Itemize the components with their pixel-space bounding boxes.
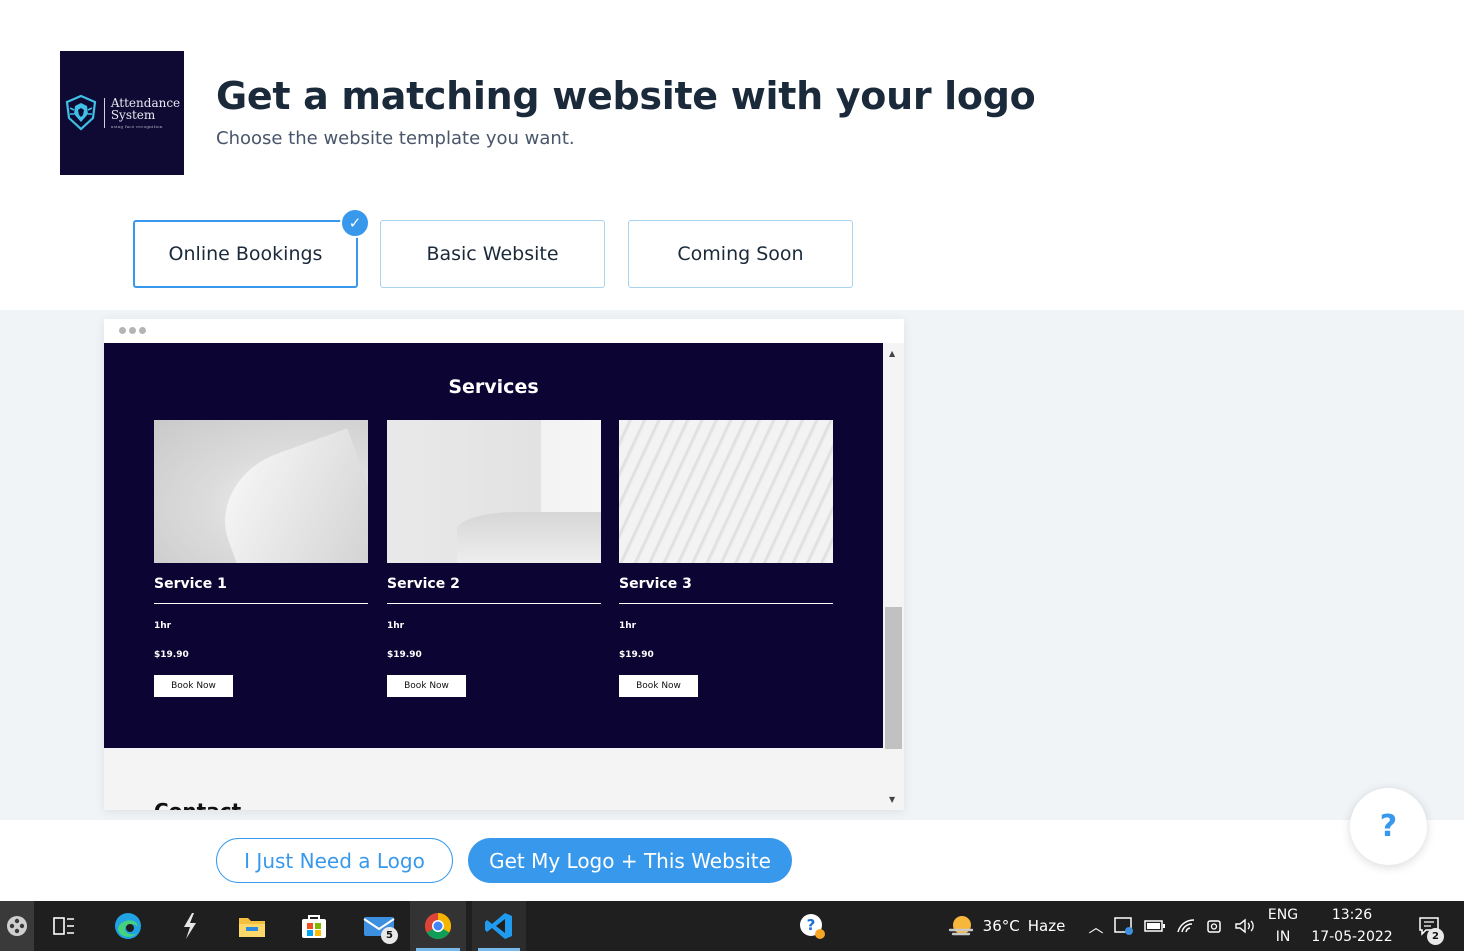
taskbar-mail[interactable]: 5	[354, 901, 404, 951]
weather-condition: Haze	[1027, 917, 1066, 935]
get-logo-and-website-button[interactable]: Get My Logo + This Website	[468, 838, 792, 883]
scroll-down-arrow-icon[interactable]: ▼	[889, 795, 895, 804]
taskbar-vscode[interactable]	[472, 901, 526, 951]
lion-shield-icon	[65, 94, 97, 131]
scroll-thumb[interactable]	[885, 607, 902, 749]
service-price: $19.90	[387, 650, 422, 660]
task-view-button[interactable]	[44, 901, 84, 951]
service-card: Service 1 1hr $19.90 Book Now	[154, 420, 368, 697]
divider	[387, 603, 601, 604]
tab-online-bookings[interactable]: Online Bookings ✓	[133, 208, 370, 288]
weather-widget[interactable]: 36°C Haze	[938, 901, 1074, 951]
clock-date: 17-05-2022	[1311, 929, 1393, 945]
logo-line-2: System	[110, 108, 156, 123]
language-line-2: IN	[1275, 929, 1291, 945]
task-view-icon	[53, 917, 74, 935]
language-indicator[interactable]: ENG IN	[1262, 901, 1304, 951]
volume-icon[interactable]	[1234, 918, 1256, 934]
service-image	[387, 420, 601, 563]
tab-coming-soon[interactable]: Coming Soon	[628, 220, 853, 288]
page-subtitle: Choose the website template you want.	[216, 128, 575, 149]
service-image	[619, 420, 833, 563]
windows-taskbar: 5 ? 36°C Haze ︿ ENG IN 13:26 17-05-2022 …	[0, 901, 1464, 951]
service-name: Service 2	[387, 576, 460, 592]
contact-heading: Contact	[154, 799, 241, 810]
mail-badge: 5	[381, 927, 398, 944]
taskbar-file-explorer[interactable]	[230, 901, 274, 951]
file-explorer-icon	[239, 918, 265, 937]
tab-basic-website[interactable]: Basic Website	[380, 220, 605, 288]
help-tray-button[interactable]: ?	[792, 901, 832, 951]
battery-icon[interactable]	[1143, 920, 1166, 932]
notification-badge: 2	[1427, 928, 1444, 945]
vscode-icon	[485, 913, 512, 939]
book-now-button[interactable]: Book Now	[154, 675, 233, 697]
logo-separator	[103, 98, 105, 128]
book-now-button[interactable]: Book Now	[619, 675, 698, 697]
start-icon	[7, 916, 27, 936]
page-title: Get a matching website with your logo	[216, 74, 1036, 118]
visual-studio-icon	[184, 913, 196, 939]
chevron-up-icon[interactable]: ︿	[1088, 916, 1103, 937]
preview-scrollbar[interactable]: ▲ ▼	[883, 343, 904, 810]
service-duration: 1hr	[619, 621, 637, 631]
meet-now-icon[interactable]	[1113, 917, 1134, 935]
notifications-button[interactable]: 2	[1404, 901, 1454, 951]
service-name: Service 1	[154, 576, 227, 592]
app-window: Attendance System using face recognition…	[0, 0, 1464, 951]
tab-label: Coming Soon	[677, 243, 804, 265]
wifi-icon[interactable]	[1176, 918, 1196, 934]
help-button[interactable]: ?	[1350, 788, 1427, 865]
checkmark-icon: ✓	[340, 208, 370, 238]
book-now-button[interactable]: Book Now	[387, 675, 466, 697]
window-dots-icon	[119, 327, 146, 334]
help-tips-icon: ?	[800, 914, 825, 939]
divider	[619, 603, 833, 604]
service-card: Service 2 1hr $19.90 Book Now	[387, 420, 601, 697]
weather-temp: 36°C	[982, 917, 1020, 935]
language-line-1: ENG	[1267, 907, 1299, 923]
taskbar-edge[interactable]	[106, 901, 150, 951]
service-image	[154, 420, 368, 563]
service-card: Service 3 1hr $19.90 Book Now	[619, 420, 833, 697]
website-preview-frame[interactable]: Services Service 1 1hr $19.90 Book Now S…	[104, 319, 904, 810]
services-title: Services	[448, 376, 539, 398]
clock[interactable]: 13:26 17-05-2022	[1306, 901, 1398, 951]
question-mark-icon: ?	[1379, 809, 1398, 844]
service-duration: 1hr	[387, 621, 405, 631]
service-price: $19.90	[619, 650, 654, 660]
edge-icon	[115, 913, 141, 939]
taskbar-chrome[interactable]	[410, 901, 466, 951]
clock-time: 13:26	[1331, 907, 1373, 923]
tab-label: Basic Website	[426, 243, 559, 265]
taskbar-store[interactable]	[292, 901, 336, 951]
service-name: Service 3	[619, 576, 692, 592]
scroll-up-arrow-icon[interactable]: ▲	[889, 349, 895, 358]
divider	[154, 603, 368, 604]
service-duration: 1hr	[154, 621, 172, 631]
camera-icon[interactable]	[1206, 918, 1224, 934]
chrome-icon	[424, 912, 452, 940]
system-tray: ︿	[1084, 901, 1260, 951]
logo-text: Attendance System using face recognition	[111, 97, 180, 129]
browser-bar	[104, 319, 904, 343]
logo-preview: Attendance System using face recognition	[60, 51, 184, 175]
svg-text:?: ?	[807, 916, 816, 934]
tab-label: Online Bookings	[168, 243, 323, 265]
microsoft-store-icon	[302, 915, 326, 938]
start-button[interactable]	[0, 901, 34, 951]
just-need-logo-button[interactable]: I Just Need a Logo	[216, 838, 453, 883]
services-section: Services Service 1 1hr $19.90 Book Now S…	[104, 343, 883, 748]
logo-tagline: using face recognition	[110, 124, 163, 129]
sun-haze-icon	[948, 916, 973, 936]
taskbar-visual-studio[interactable]	[168, 901, 212, 951]
service-price: $19.90	[154, 650, 189, 660]
